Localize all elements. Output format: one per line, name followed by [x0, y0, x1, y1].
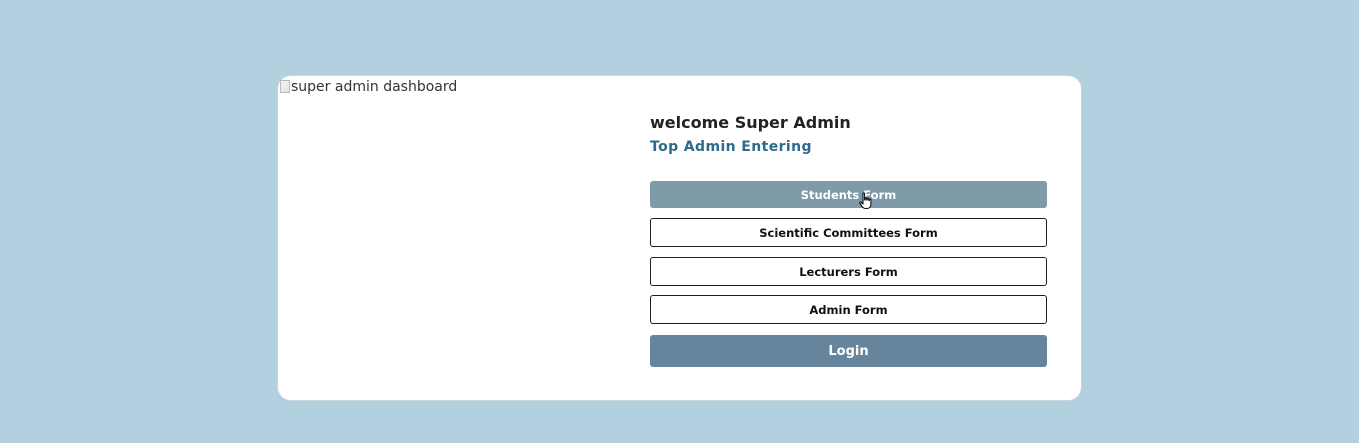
welcome-title: welcome Super Admin: [650, 113, 851, 132]
scientific-committees-form-button[interactable]: Scientific Committees Form: [650, 218, 1047, 247]
dashboard-image-alt-text: super admin dashboard: [291, 79, 458, 95]
students-form-button[interactable]: Students Form: [650, 181, 1047, 208]
dashboard-card: super admin dashboard welcome Super Admi…: [277, 75, 1082, 401]
login-button[interactable]: Login: [650, 335, 1047, 367]
broken-image-icon: [280, 79, 290, 93]
dashboard-image: super admin dashboard: [280, 79, 457, 95]
lecturers-form-button[interactable]: Lecturers Form: [650, 257, 1047, 286]
subtitle: Top Admin Entering: [650, 139, 812, 155]
admin-form-button[interactable]: Admin Form: [650, 295, 1047, 324]
